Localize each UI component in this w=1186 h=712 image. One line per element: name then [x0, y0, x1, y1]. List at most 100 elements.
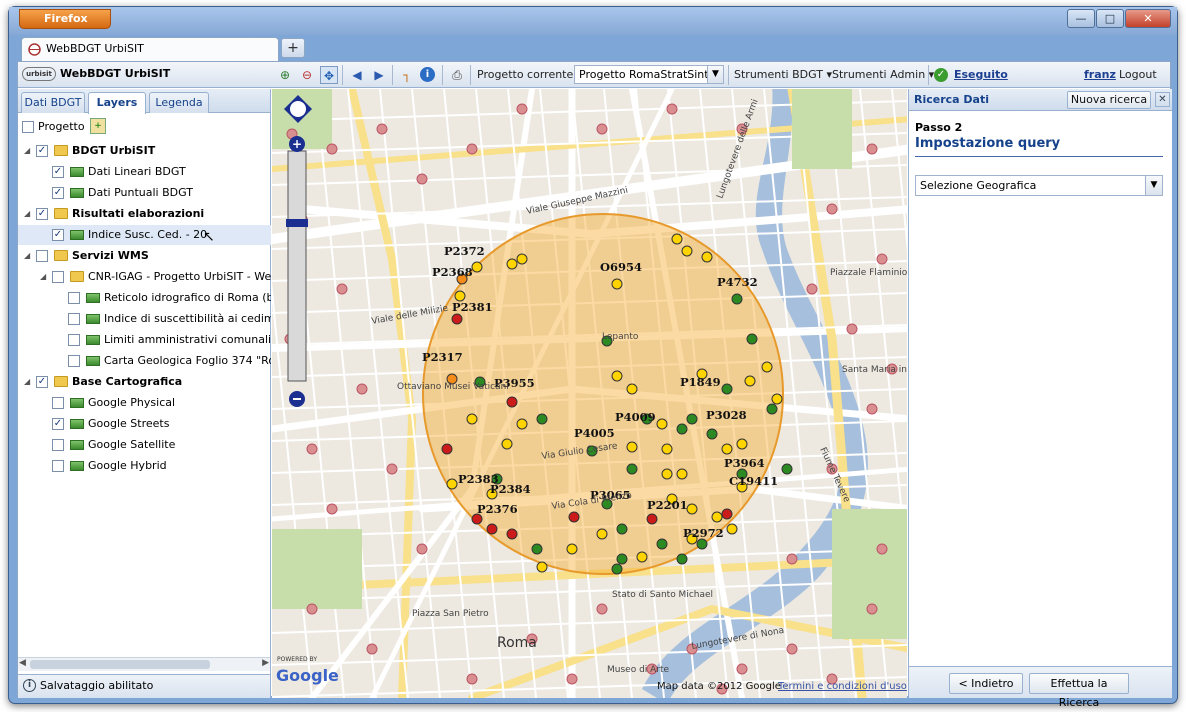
background-point-marker — [386, 463, 398, 475]
zoom-out-box-icon[interactable]: ⊖ — [298, 66, 316, 84]
scrollbar-thumb[interactable] — [30, 660, 210, 669]
layer-checkbox[interactable] — [52, 460, 64, 472]
strumenti-bdgt-menu[interactable]: Strumenti BDGT ▾ — [734, 66, 832, 84]
point-label: P2201 — [647, 498, 688, 512]
layer-checkbox[interactable]: ✓ — [52, 187, 64, 199]
tree-node[interactable]: ✓ Dati Puntuali BDGT — [18, 183, 271, 203]
tab-legenda[interactable]: Legenda — [149, 92, 209, 113]
tree-node[interactable]: ◢ ✓ Base Cartografica — [18, 372, 271, 392]
background-point-marker — [466, 673, 478, 685]
layer-checkbox[interactable]: ✓ — [36, 376, 48, 388]
layer-checkbox[interactable]: ✓ — [52, 166, 64, 178]
layer-checkbox[interactable] — [36, 250, 48, 262]
data-point-marker — [516, 253, 528, 265]
tree-node[interactable]: Limiti amministrativi comunali — [18, 330, 271, 350]
data-point-marker — [744, 375, 756, 387]
project-select[interactable]: Progetto RomaStratSintes ▼ — [574, 65, 724, 84]
zoom-in-box-icon[interactable]: ⊕ — [276, 66, 294, 84]
expand-arrow-icon[interactable]: ◢ — [24, 246, 30, 266]
pan-icon[interactable]: ✥ — [320, 66, 338, 84]
tab-dati-bdgt[interactable]: Dati BDGT — [21, 92, 85, 113]
measure-icon[interactable]: ┐ — [398, 66, 416, 84]
close-panel-button[interactable]: ✕ — [1155, 92, 1170, 107]
forward-arrow-icon[interactable]: ▶ — [370, 66, 388, 84]
tree-node[interactable]: ✓ Indice Susc. Ced. - 20 — [18, 225, 271, 245]
tree-node[interactable]: ◢ CNR-IGAG - Progetto UrbiSIT - Web M — [18, 267, 271, 287]
data-point-marker — [466, 413, 478, 425]
tree-node[interactable]: Google Physical — [18, 393, 271, 413]
browser-tab[interactable]: WebBDGT UrbiSIT — [21, 37, 279, 61]
progetto-label: Progetto corrente: — [477, 68, 577, 81]
data-point-marker — [721, 383, 733, 395]
park — [832, 509, 907, 639]
point-label: P2381 — [452, 300, 493, 314]
data-point-marker — [696, 538, 708, 550]
layer-icon — [70, 419, 84, 429]
layer-checkbox[interactable] — [52, 439, 64, 451]
tree-node[interactable]: Indice di suscettibilità ai cedimenti — [18, 309, 271, 329]
tree-node[interactable]: ◢ Servizi WMS — [18, 246, 271, 266]
point-label: P2376 — [477, 502, 518, 516]
data-point-marker — [446, 478, 458, 490]
user-link[interactable]: franz — [1084, 66, 1116, 84]
layer-checkbox[interactable] — [68, 355, 80, 367]
query-type-select[interactable]: Selezione Geografica ▼ — [915, 175, 1163, 196]
expand-arrow-icon[interactable]: ◢ — [24, 372, 30, 392]
layer-checkbox[interactable] — [52, 271, 64, 283]
back-arrow-icon[interactable]: ◀ — [348, 66, 366, 84]
tree-node[interactable]: Google Hybrid — [18, 456, 271, 476]
query-type-value: Selezione Geografica — [920, 179, 1037, 192]
layer-checkbox[interactable] — [68, 334, 80, 346]
add-layer-icon[interactable]: + — [90, 118, 106, 134]
horizontal-scrollbar[interactable]: ◀ ▶ — [18, 657, 270, 671]
maximize-button[interactable]: □ — [1096, 9, 1124, 28]
tree-node[interactable]: ◢ ✓ Risultati elaborazioni — [18, 204, 271, 224]
expand-arrow-icon[interactable]: ◢ — [24, 204, 30, 224]
chevron-down-icon: ▼ — [1145, 176, 1162, 195]
data-point-marker — [701, 251, 713, 263]
data-point-marker — [646, 513, 658, 525]
tree-node[interactable]: Google Satellite — [18, 435, 271, 455]
tree-node[interactable]: ✓ Google Streets — [18, 414, 271, 434]
minimize-button[interactable]: — — [1067, 9, 1095, 28]
tree-node[interactable]: Carta Geologica Foglio 374 "Roma — [18, 351, 271, 371]
layer-checkbox[interactable]: ✓ — [36, 208, 48, 220]
data-point-marker — [721, 508, 733, 520]
close-window-button[interactable]: ✕ — [1125, 9, 1171, 28]
save-status: i Salvataggio abilitato — [18, 674, 270, 698]
info-icon[interactable]: i — [420, 67, 435, 82]
data-point-marker — [711, 511, 723, 523]
data-point-marker — [771, 393, 783, 405]
tree-node[interactable]: ✓ Dati Lineari BDGT — [18, 162, 271, 182]
effettua-ricerca-button[interactable]: Effettua la Ricerca — [1029, 673, 1129, 709]
firefox-menu-button[interactable]: Firefox — [19, 9, 111, 29]
layer-checkbox[interactable]: ✓ — [52, 418, 64, 430]
strumenti-admin-menu[interactable]: Strumenti Admin ▾ — [832, 66, 934, 84]
map-view[interactable]: P2372 P2368 P2381 P2317 O6954 P3955 P4009 P3028… — [272, 89, 907, 698]
tree-node-label: Reticolo idrografico di Roma (base — [104, 291, 271, 304]
layer-checkbox[interactable] — [52, 397, 64, 409]
tree-node-label: Indice Susc. Ced. - 20 — [88, 228, 208, 241]
map-canvas[interactable]: P2372P2368P2381P2317O6954P3955P4009 P3028… — [272, 89, 907, 698]
print-icon[interactable]: ⎙ — [448, 66, 466, 84]
layer-checkbox[interactable] — [68, 313, 80, 325]
tree-node[interactable]: Reticolo idrografico di Roma (base — [18, 288, 271, 308]
nuova-ricerca-button[interactable]: Nuova ricerca — [1067, 91, 1151, 109]
layer-checkbox[interactable]: ✓ — [52, 229, 64, 241]
expand-arrow-icon[interactable]: ◢ — [40, 267, 46, 287]
background-point-marker — [666, 103, 678, 115]
layer-checkbox[interactable] — [68, 292, 80, 304]
progetto-checkbox[interactable] — [22, 121, 34, 133]
data-point-marker — [611, 278, 623, 290]
layer-checkbox[interactable]: ✓ — [36, 145, 48, 157]
background-point-marker — [876, 253, 888, 265]
tree-node-label: Limiti amministrativi comunali — [104, 333, 271, 346]
tree-node[interactable]: ◢ ✓ BDGT UrbiSIT — [18, 141, 271, 161]
data-point-marker — [636, 551, 648, 563]
status-link[interactable]: Eseguito — [954, 66, 1008, 84]
indietro-button[interactable]: < Indietro — [949, 673, 1023, 694]
new-tab-button[interactable]: + — [281, 38, 305, 58]
tab-layers[interactable]: Layers — [88, 92, 146, 114]
expand-arrow-icon[interactable]: ◢ — [24, 141, 30, 161]
logout-link[interactable]: Logout — [1119, 66, 1157, 84]
